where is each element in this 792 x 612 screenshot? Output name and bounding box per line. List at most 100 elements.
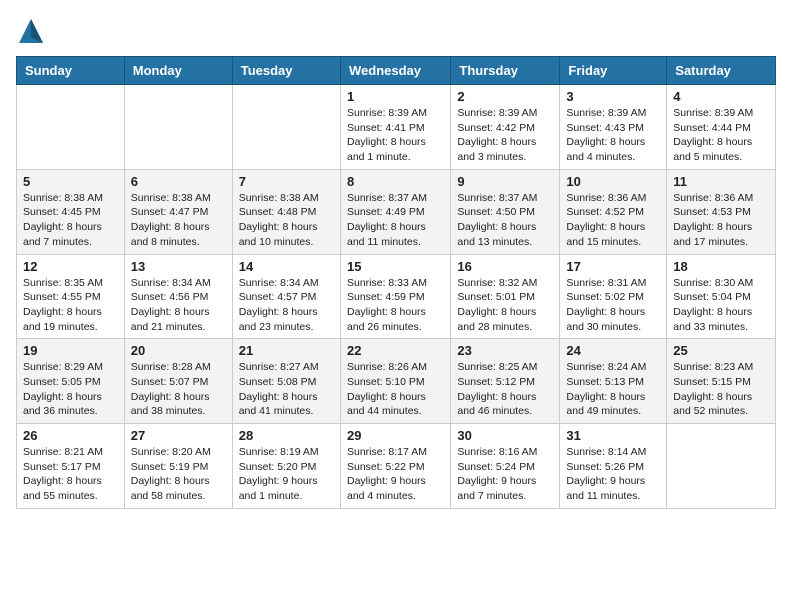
- day-info: Sunrise: 8:20 AM Sunset: 5:19 PM Dayligh…: [131, 445, 226, 504]
- calendar-day-15: 15 Sunrise: 8:33 AM Sunset: 4:59 PM Dayli…: [340, 254, 450, 339]
- calendar-day-14: 14Sunrise: 8:34 AM Sunset: 4:57 PM Dayli…: [232, 254, 340, 339]
- col-header-sunday: Sunday: [17, 57, 125, 85]
- calendar-day-2: 2 Sunrise: 8:39 AM Sunset: 4:42 PM Daylig…: [451, 85, 560, 170]
- day-info: Sunrise: 8:28 AM Sunset: 5:07 PM Dayligh…: [131, 360, 226, 419]
- day-number: 1: [347, 89, 444, 104]
- day-number: 17: [566, 259, 660, 274]
- calendar-day-28: 28 Sunrise: 8:19 AM Sunset: 5:20 PM Dayli…: [232, 424, 340, 509]
- day-number: 28: [239, 428, 334, 443]
- calendar-header-row: SundayMondayTuesdayWednesdayThursdayFrid…: [17, 57, 776, 85]
- day-info: Sunrise: 8:34 AM Sunset: 4:57 PM Dayligh…: [239, 276, 334, 335]
- calendar-day-23: 23 Sunrise: 8:25 AM Sunset: 5:12 PM Dayli…: [451, 339, 560, 424]
- logo: [16, 16, 50, 46]
- calendar-day-19: 19 Sunrise: 8:29 AM Sunset: 5:05 PM Dayli…: [17, 339, 125, 424]
- calendar-day-9: 9 Sunrise: 8:37 AM Sunset: 4:50 PM Daylig…: [451, 169, 560, 254]
- calendar-day-6: 6 Sunrise: 8:38 AM Sunset: 4:47 PM Daylig…: [124, 169, 232, 254]
- day-number: 24: [566, 343, 660, 358]
- calendar-day-21: 21 Sunrise: 8:27 AM Sunset: 5:08 PM Dayli…: [232, 339, 340, 424]
- calendar-day-20: 20 Sunrise: 8:28 AM Sunset: 5:07 PM Dayli…: [124, 339, 232, 424]
- day-info: Sunrise: 8:21 AM Sunset: 5:17 PM Dayligh…: [23, 445, 118, 504]
- calendar-day-31: 31Sunrise: 8:14 AM Sunset: 5:26 PM Dayli…: [560, 424, 667, 509]
- calendar-week-4: 26 Sunrise: 8:21 AM Sunset: 5:17 PM Dayli…: [17, 424, 776, 509]
- day-info: Sunrise: 8:36 AM Sunset: 4:53 PM Dayligh…: [673, 191, 769, 250]
- day-info: Sunrise: 8:38 AM Sunset: 4:47 PM Dayligh…: [131, 191, 226, 250]
- calendar-empty: [667, 424, 776, 509]
- day-number: 12: [23, 259, 118, 274]
- day-info: Sunrise: 8:19 AM Sunset: 5:20 PM Dayligh…: [239, 445, 334, 504]
- day-number: 7: [239, 174, 334, 189]
- calendar-day-29: 29 Sunrise: 8:17 AM Sunset: 5:22 PM Dayli…: [340, 424, 450, 509]
- calendar-week-0: 1 Sunrise: 8:39 AM Sunset: 4:41 PM Daylig…: [17, 85, 776, 170]
- day-number: 2: [457, 89, 553, 104]
- calendar-week-3: 19 Sunrise: 8:29 AM Sunset: 5:05 PM Dayli…: [17, 339, 776, 424]
- day-number: 31: [566, 428, 660, 443]
- day-number: 29: [347, 428, 444, 443]
- day-info: Sunrise: 8:37 AM Sunset: 4:49 PM Dayligh…: [347, 191, 444, 250]
- calendar-week-1: 5 Sunrise: 8:38 AM Sunset: 4:45 PM Daylig…: [17, 169, 776, 254]
- day-number: 16: [457, 259, 553, 274]
- day-info: Sunrise: 8:39 AM Sunset: 4:44 PM Dayligh…: [673, 106, 769, 165]
- day-number: 20: [131, 343, 226, 358]
- calendar-day-1: 1 Sunrise: 8:39 AM Sunset: 4:41 PM Daylig…: [340, 85, 450, 170]
- calendar-day-27: 27 Sunrise: 8:20 AM Sunset: 5:19 PM Dayli…: [124, 424, 232, 509]
- calendar-day-7: 7 Sunrise: 8:38 AM Sunset: 4:48 PM Daylig…: [232, 169, 340, 254]
- day-number: 21: [239, 343, 334, 358]
- day-info: Sunrise: 8:32 AM Sunset: 5:01 PM Dayligh…: [457, 276, 553, 335]
- day-info: Sunrise: 8:26 AM Sunset: 5:10 PM Dayligh…: [347, 360, 444, 419]
- calendar-empty: [232, 85, 340, 170]
- calendar-day-17: 17Sunrise: 8:31 AM Sunset: 5:02 PM Dayli…: [560, 254, 667, 339]
- day-info: Sunrise: 8:30 AM Sunset: 5:04 PM Dayligh…: [673, 276, 769, 335]
- day-info: Sunrise: 8:27 AM Sunset: 5:08 PM Dayligh…: [239, 360, 334, 419]
- day-info: Sunrise: 8:24 AM Sunset: 5:13 PM Dayligh…: [566, 360, 660, 419]
- calendar-day-13: 13Sunrise: 8:34 AM Sunset: 4:56 PM Dayli…: [124, 254, 232, 339]
- calendar-day-10: 10 Sunrise: 8:36 AM Sunset: 4:52 PM Dayli…: [560, 169, 667, 254]
- day-number: 11: [673, 174, 769, 189]
- calendar-day-8: 8 Sunrise: 8:37 AM Sunset: 4:49 PM Daylig…: [340, 169, 450, 254]
- day-info: Sunrise: 8:36 AM Sunset: 4:52 PM Dayligh…: [566, 191, 660, 250]
- calendar-empty: [124, 85, 232, 170]
- day-info: Sunrise: 8:39 AM Sunset: 4:41 PM Dayligh…: [347, 106, 444, 165]
- day-number: 19: [23, 343, 118, 358]
- day-info: Sunrise: 8:25 AM Sunset: 5:12 PM Dayligh…: [457, 360, 553, 419]
- calendar-day-5: 5 Sunrise: 8:38 AM Sunset: 4:45 PM Daylig…: [17, 169, 125, 254]
- calendar-day-30: 30Sunrise: 8:16 AM Sunset: 5:24 PM Dayli…: [451, 424, 560, 509]
- day-number: 18: [673, 259, 769, 274]
- day-number: 13: [131, 259, 226, 274]
- logo-icon: [16, 16, 46, 46]
- day-info: Sunrise: 8:38 AM Sunset: 4:45 PM Dayligh…: [23, 191, 118, 250]
- day-info: Sunrise: 8:33 AM Sunset: 4:59 PM Dayligh…: [347, 276, 444, 335]
- calendar-empty: [17, 85, 125, 170]
- calendar-day-12: 12 Sunrise: 8:35 AM Sunset: 4:55 PM Dayli…: [17, 254, 125, 339]
- day-number: 30: [457, 428, 553, 443]
- col-header-friday: Friday: [560, 57, 667, 85]
- day-number: 4: [673, 89, 769, 104]
- day-number: 9: [457, 174, 553, 189]
- page-header: [16, 16, 776, 46]
- day-number: 3: [566, 89, 660, 104]
- day-number: 23: [457, 343, 553, 358]
- col-header-monday: Monday: [124, 57, 232, 85]
- day-number: 25: [673, 343, 769, 358]
- day-number: 22: [347, 343, 444, 358]
- calendar-day-26: 26 Sunrise: 8:21 AM Sunset: 5:17 PM Dayli…: [17, 424, 125, 509]
- col-header-saturday: Saturday: [667, 57, 776, 85]
- calendar-day-22: 22 Sunrise: 8:26 AM Sunset: 5:10 PM Dayli…: [340, 339, 450, 424]
- day-info: Sunrise: 8:38 AM Sunset: 4:48 PM Dayligh…: [239, 191, 334, 250]
- day-number: 6: [131, 174, 226, 189]
- day-info: Sunrise: 8:35 AM Sunset: 4:55 PM Dayligh…: [23, 276, 118, 335]
- day-info: Sunrise: 8:29 AM Sunset: 5:05 PM Dayligh…: [23, 360, 118, 419]
- day-info: Sunrise: 8:17 AM Sunset: 5:22 PM Dayligh…: [347, 445, 444, 504]
- day-number: 10: [566, 174, 660, 189]
- calendar-day-11: 11 Sunrise: 8:36 AM Sunset: 4:53 PM Dayli…: [667, 169, 776, 254]
- day-number: 26: [23, 428, 118, 443]
- day-number: 27: [131, 428, 226, 443]
- calendar-day-3: 3Sunrise: 8:39 AM Sunset: 4:43 PM Daylig…: [560, 85, 667, 170]
- col-header-tuesday: Tuesday: [232, 57, 340, 85]
- col-header-thursday: Thursday: [451, 57, 560, 85]
- day-info: Sunrise: 8:39 AM Sunset: 4:42 PM Dayligh…: [457, 106, 553, 165]
- day-number: 8: [347, 174, 444, 189]
- day-number: 15: [347, 259, 444, 274]
- calendar-day-25: 25Sunrise: 8:23 AM Sunset: 5:15 PM Dayli…: [667, 339, 776, 424]
- day-info: Sunrise: 8:37 AM Sunset: 4:50 PM Dayligh…: [457, 191, 553, 250]
- day-number: 5: [23, 174, 118, 189]
